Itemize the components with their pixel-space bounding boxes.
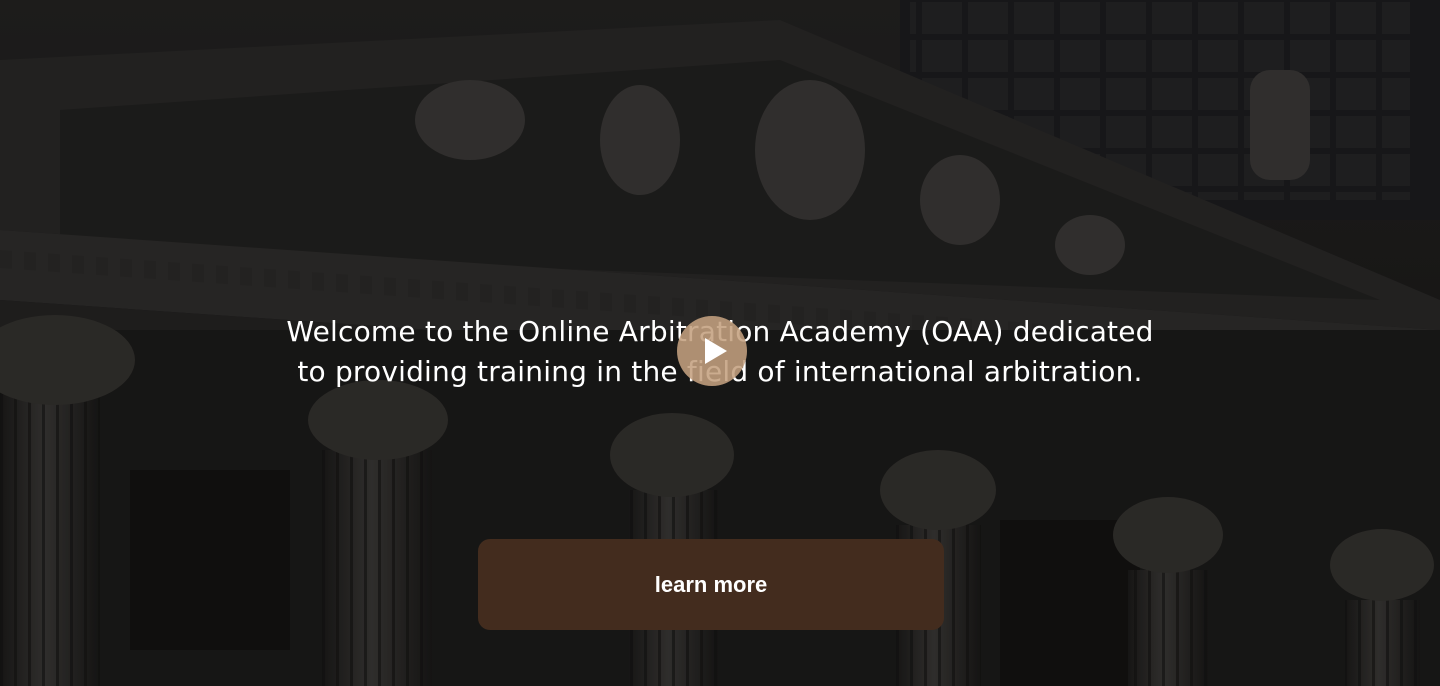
play-video-button[interactable] [677,316,747,386]
play-icon [705,338,727,364]
learn-more-button[interactable]: learn more [478,539,944,630]
hero-section: Welcome to the Online Arbitration Academ… [0,0,1440,686]
